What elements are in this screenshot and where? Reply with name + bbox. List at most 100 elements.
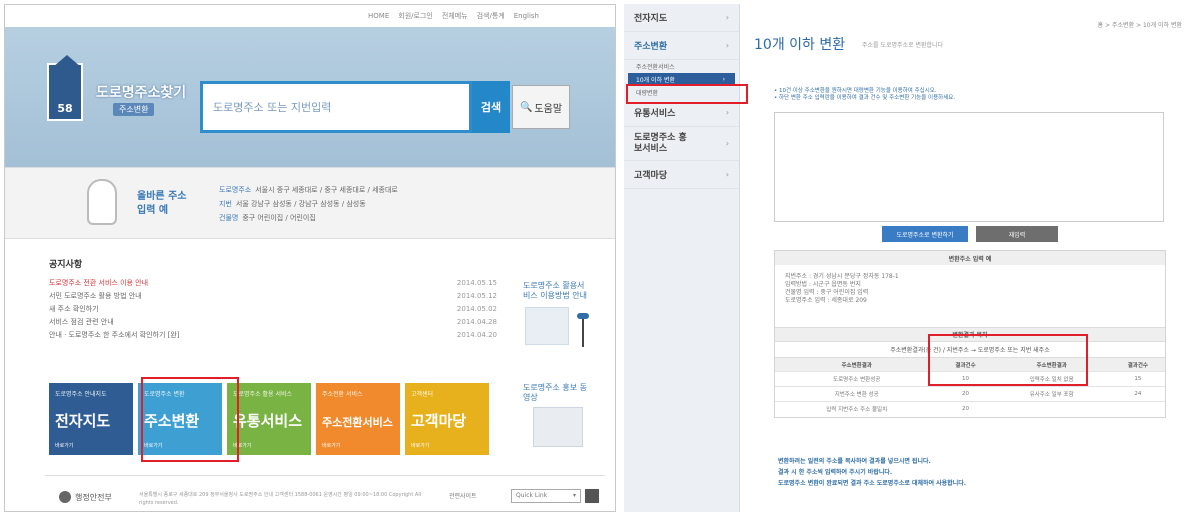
video-promo-text[interactable]: 도로명주소 홍보 동영상 bbox=[523, 383, 589, 403]
example-value: 서울 강남구 삼성동 / 강남구 삼성동 / 삼성동 bbox=[235, 200, 366, 208]
address-search-input[interactable]: 도로명주소 또는 지번입력 bbox=[200, 81, 472, 133]
table-row: 입력 지번주소 주소 불일치 20 bbox=[775, 401, 1165, 417]
sidebar-item-customer[interactable]: 고객마당 › bbox=[624, 161, 739, 189]
tile-caption: 고객센터 bbox=[411, 391, 434, 398]
example-line: 입력방법 : 시군구 읍면동 번지 bbox=[785, 281, 861, 288]
instruction-line: • 하단 변환 주소 입력란을 이용하여 결과 건수 및 주소변환 기능을 이용… bbox=[774, 95, 956, 101]
sidebar-item-label: 주소변환 bbox=[634, 42, 668, 52]
tile-title: 고객마당 bbox=[411, 412, 467, 430]
sidebar-subitem-label: 10개 이하 변환 bbox=[636, 77, 676, 84]
example-line: 건물명 입력 : 중구 어린이집 입력 bbox=[785, 289, 869, 296]
quick-link-select[interactable]: Quick Link ▾ bbox=[511, 489, 581, 503]
example-value: 중구 어린이집 / 어린이집 bbox=[242, 214, 316, 222]
notice-date: 2014.05.02 bbox=[456, 305, 497, 313]
table-cell: 15 bbox=[1110, 371, 1165, 387]
video-promo-image[interactable] bbox=[533, 407, 583, 447]
notice-title-text: 서민 도로명주소 활용 방법 안내 bbox=[49, 292, 142, 300]
table-row: 지번주소 변환 성공 20 유사주소 일부 포함 24 bbox=[775, 386, 1165, 402]
notice-date: 2014.05.15 bbox=[456, 279, 497, 287]
action-buttons: 도로명주소로 변환하기 재입력 bbox=[882, 226, 1058, 242]
input-example-body: 지번주소 : 경기 성남시 분당구 정자동 178-1 입력방법 : 시군구 읍… bbox=[775, 265, 1165, 327]
list-item[interactable]: 서민 도로명주소 활용 방법 안내 2014.05.12 bbox=[49, 290, 497, 303]
footer-org-name: 행정안전부 bbox=[75, 492, 112, 502]
chevron-right-icon: › bbox=[725, 139, 729, 148]
tile-caption: 주소전환 서비스 bbox=[322, 391, 363, 398]
topbar-link-menu[interactable]: 전체메뉴 bbox=[442, 11, 468, 21]
sidebar-item-promotion[interactable]: 도로명주소 홍보서비스 › bbox=[624, 127, 739, 161]
breadcrumb: 홈 > 주소변환 > 10개 이하 변환 bbox=[1097, 22, 1182, 29]
address-textarea[interactable] bbox=[774, 112, 1164, 222]
sidebar-subitem-label: 주소전환서비스 bbox=[636, 64, 675, 71]
site-logo-icon[interactable]: 58 bbox=[47, 55, 83, 121]
sidebar-item-label: 유통서비스 bbox=[634, 109, 676, 119]
notice-title-text: 새 주소 확인하기 bbox=[49, 305, 99, 313]
list-item[interactable]: 도로명주소 전환 서비스 이용 안내 2014.05.15 bbox=[49, 277, 497, 290]
instruction-notes: • 10건 이상 주소변환을 원하시면 대량변환 기능을 이용하여 주십시오. … bbox=[774, 88, 955, 102]
site-subtitle: 주소변환 bbox=[113, 103, 155, 116]
page-subtitle: 주소를 도로명주소로 변환합니다 bbox=[862, 42, 944, 49]
tile-caption: 도로명주소 안내지도 bbox=[55, 391, 107, 398]
table-cell: 20 bbox=[938, 386, 993, 402]
highlight-box bbox=[928, 334, 1088, 386]
tile-customer-center[interactable]: 고객센터 고객마당 바로가기 bbox=[405, 383, 489, 455]
topbar-link-home[interactable]: HOME bbox=[368, 12, 389, 20]
service-tiles: 도로명주소 안내지도 전자지도 바로가기 도로명주소 변환 주소변환 바로가기 … bbox=[49, 383, 489, 455]
example-key: 건물명 bbox=[219, 214, 239, 222]
notice-title-text: 서비스 점검 관련 안내 bbox=[49, 318, 114, 326]
notice-title-text: 도로명주소 전환 서비스 이용 안내 bbox=[49, 279, 149, 287]
example-key: 도로명주소 bbox=[219, 186, 252, 194]
search-button[interactable]: 검색 bbox=[472, 81, 510, 133]
topbar-link-login[interactable]: 회원/로그인 bbox=[398, 11, 433, 21]
chevron-right-icon: › bbox=[725, 108, 729, 117]
topbar-link-stats[interactable]: 검색/통계 bbox=[477, 11, 505, 21]
homepage-panel: HOME 회원/로그인 전체메뉴 검색/통계 English 58 도로명주소찾… bbox=[4, 4, 616, 512]
table-cell bbox=[992, 401, 1111, 417]
note-line: 결과 시 한 주소씩 입력하여 주시기 바랍니다. bbox=[778, 469, 893, 476]
chevron-right-icon: › bbox=[725, 13, 729, 22]
site-title[interactable]: 도로명주소찾기 bbox=[96, 82, 186, 102]
chevron-right-icon: › bbox=[722, 76, 725, 83]
list-item[interactable]: 새 주소 확인하기 2014.05.02 bbox=[49, 303, 497, 316]
magnifier-icon: 🔍 bbox=[519, 101, 533, 113]
table-cell: 입력 지번주소 주소 불일치 bbox=[775, 401, 939, 417]
help-button-label: 도움말 bbox=[534, 103, 563, 115]
footer-org-logo: 행정안전부 bbox=[59, 491, 112, 503]
sidebar-subitem-transition-service[interactable]: 주소전환서비스 bbox=[624, 60, 739, 73]
tile-title: 주소전환서비스 bbox=[322, 416, 393, 429]
sidebar-item-e-map[interactable]: 전자지도 › bbox=[624, 4, 739, 32]
sidebar-item-label: 고객마당 bbox=[634, 171, 668, 181]
sidebar-item-label: 도로명주소 홍보서비스 bbox=[634, 132, 687, 154]
notice-section-title: 공지사항 bbox=[49, 260, 83, 270]
tile-e-map[interactable]: 도로명주소 안내지도 전자지도 바로가기 bbox=[49, 383, 133, 455]
list-item[interactable]: 안내 · 도로명주소 한 주소에서 확인하기 [완] 2014.04.20 bbox=[49, 329, 497, 342]
highlight-box bbox=[141, 377, 239, 462]
reset-button[interactable]: 재입력 bbox=[976, 226, 1058, 242]
result-notes: 변환하려는 일련의 주소를 복사하여 결과를 넣으시면 됩니다. 결과 시 한 … bbox=[778, 456, 966, 489]
go-button[interactable] bbox=[585, 489, 599, 503]
address-example-title: 올바른 주소 입력 예 bbox=[137, 191, 187, 216]
example-line: 도로명주소 입력 : 세종대로 209 bbox=[785, 297, 867, 304]
tile-title: 유통서비스 bbox=[233, 412, 303, 430]
page-title: 10개 이하 변환 bbox=[754, 37, 846, 53]
example-key: 지번 bbox=[219, 200, 232, 208]
main-content: 홈 > 주소변환 > 10개 이하 변환 10개 이하 변환 주소를 도로명주소… bbox=[750, 4, 1192, 512]
tile-address-transition[interactable]: 주소전환 서비스 주소전환서비스 바로가기 bbox=[316, 383, 400, 455]
table-cell: 24 bbox=[1110, 386, 1165, 402]
tile-distribution-service[interactable]: 도로명주소 활용 서비스 유통서비스 바로가기 bbox=[227, 383, 311, 455]
convert-button[interactable]: 도로명주소로 변환하기 bbox=[882, 226, 968, 242]
column-header: 결과건수 bbox=[1110, 357, 1165, 372]
topbar-link-language[interactable]: English bbox=[514, 12, 539, 20]
list-item[interactable]: 서비스 점검 관련 안내 2014.04.28 bbox=[49, 316, 497, 329]
tile-link: 바로가기 bbox=[411, 443, 430, 449]
promo-banner-text[interactable]: 도로명주소 활용서비스 이용방법 안내 bbox=[523, 281, 587, 301]
tile-title: 전자지도 bbox=[55, 412, 111, 430]
promo-map-image[interactable] bbox=[525, 307, 569, 345]
sidebar-item-address-convert[interactable]: 주소변환 › bbox=[624, 32, 739, 60]
sidebar-nav: 전자지도 › 주소변환 › 주소전환서비스 10개 이하 변환 › 대량변환 유통서비… bbox=[624, 4, 740, 512]
help-button[interactable]: 🔍 도움말 bbox=[512, 85, 570, 129]
notice-date: 2014.04.28 bbox=[456, 318, 497, 326]
example-line: 지번주소 : 경기 성남시 분당구 정자동 178-1 bbox=[785, 273, 899, 280]
tile-link: 바로가기 bbox=[55, 443, 74, 449]
sidebar-item-label: 전자지도 bbox=[634, 14, 668, 24]
screenshot-composite: HOME 회원/로그인 전체메뉴 검색/통계 English 58 도로명주소찾… bbox=[0, 0, 1196, 517]
